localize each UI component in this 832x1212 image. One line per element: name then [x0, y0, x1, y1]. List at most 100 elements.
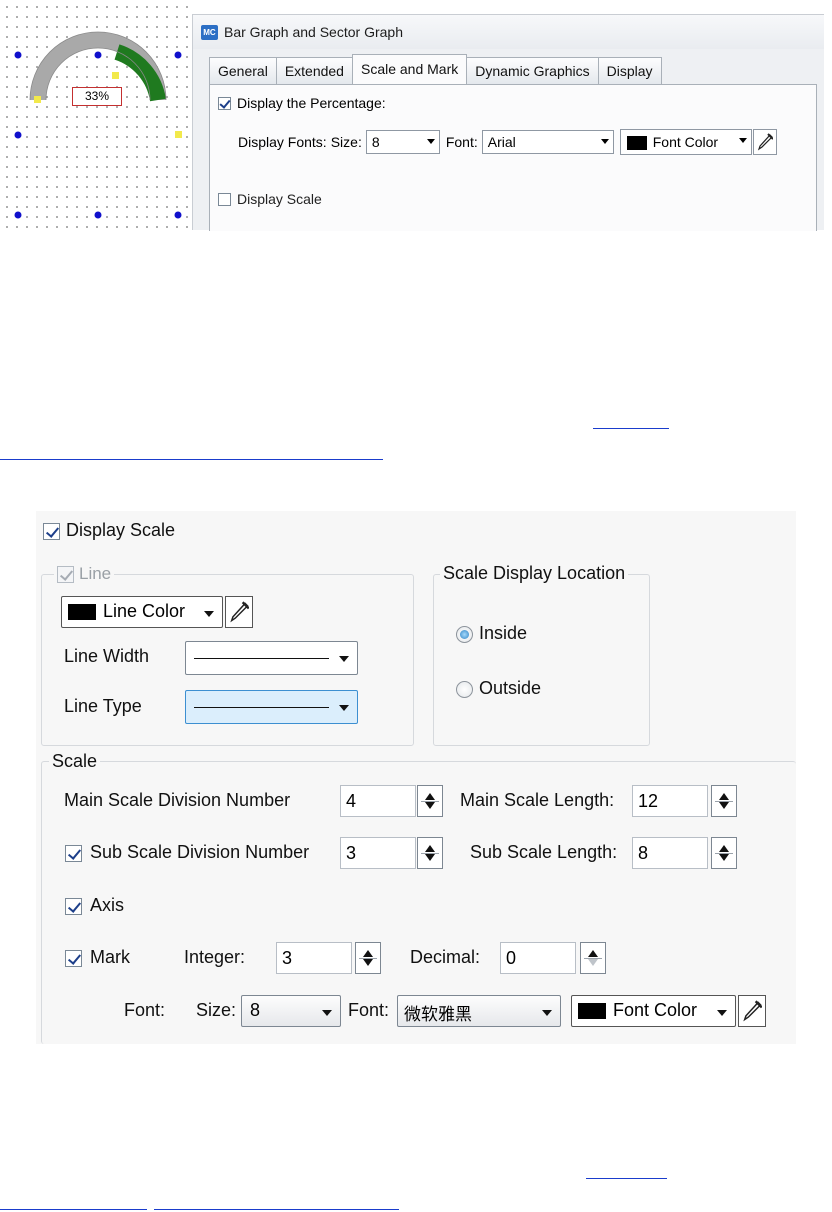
dialog-titlebar[interactable]: MC Bar Graph and Sector Graph [193, 15, 824, 49]
font-size-select[interactable]: 8 [365, 130, 440, 154]
selection-handle[interactable] [14, 211, 22, 219]
arrow-up-icon[interactable] [363, 950, 373, 957]
line-color-select[interactable]: Line Color [61, 596, 223, 628]
yellow-handle[interactable] [175, 131, 182, 138]
line-color-label: Line Color [103, 601, 186, 621]
color-picker-button[interactable] [752, 129, 777, 155]
sub-division-input[interactable]: 3 [340, 837, 416, 869]
arrow-up-icon[interactable] [588, 950, 598, 957]
main-length-input[interactable]: 12 [632, 785, 708, 817]
font-color-select[interactable]: Font Color [571, 995, 736, 1027]
tab-display[interactable]: Display [597, 57, 662, 84]
yellow-handle[interactable] [112, 72, 119, 79]
integer-input[interactable]: 3 [276, 942, 352, 974]
scale-location-group [433, 574, 650, 746]
chevron-down-icon [426, 139, 435, 144]
mark-label: Mark [90, 947, 130, 967]
color-swatch [626, 136, 647, 151]
axis-checkbox[interactable] [65, 898, 82, 915]
main-division-input[interactable]: 4 [340, 785, 416, 817]
display-scale-checkbox[interactable] [43, 523, 60, 540]
selection-handle[interactable] [174, 51, 182, 59]
sub-length-label: Sub Scale Length: [470, 842, 618, 862]
arrow-down-icon[interactable] [363, 959, 373, 966]
font-family-select[interactable]: 微软雅黑 [397, 995, 561, 1027]
chevron-down-icon [339, 705, 349, 711]
main-division-label: Main Scale Division Number [64, 790, 291, 810]
scale-settings-panel: Display Scale Line Line Color Line Width… [36, 511, 796, 1044]
sub-length-input[interactable]: 8 [632, 837, 708, 869]
sub-division-checkbox[interactable] [65, 845, 82, 862]
selection-handle[interactable] [174, 211, 182, 219]
line-group-legend: Line [54, 563, 115, 585]
decimal-input[interactable]: 0 [500, 942, 576, 974]
outside-radio[interactable] [456, 681, 473, 698]
inside-label: Inside [479, 623, 528, 643]
outside-label: Outside [479, 678, 542, 698]
hyperlink-underline[interactable] [154, 1209, 399, 1210]
arrow-down-icon[interactable] [425, 802, 435, 809]
sub-length-stepper[interactable] [711, 837, 737, 869]
display-percentage-checkbox[interactable] [218, 96, 231, 110]
arrow-up-icon[interactable] [719, 845, 729, 852]
font-family-value: 微软雅黑 [404, 1005, 472, 1024]
inside-radio[interactable] [456, 626, 473, 643]
sub-length-value: 8 [638, 843, 649, 863]
axis-label: Axis [90, 895, 125, 915]
arrow-up-icon[interactable] [719, 793, 729, 800]
tab-dynamic-graphics[interactable]: Dynamic Graphics [466, 57, 599, 84]
main-division-stepper[interactable] [417, 785, 443, 817]
tab-scale-and-mark[interactable]: Scale and Mark [351, 54, 468, 84]
font-family-select[interactable]: Arial [481, 130, 614, 154]
font-size-select[interactable]: 8 [241, 995, 341, 1027]
line-type-select[interactable] [185, 690, 358, 724]
gauge-percentage-label: 33% [72, 87, 122, 106]
font-label: Font: [445, 134, 478, 150]
arrow-down-icon[interactable] [719, 854, 729, 861]
top-screenshot: 33% MC Bar Graph and Sector Graph Genera… [0, 0, 832, 231]
selection-handle[interactable] [14, 51, 22, 59]
chevron-down-icon [339, 656, 349, 662]
sub-division-stepper[interactable] [417, 837, 443, 869]
decimal-stepper[interactable] [580, 942, 606, 974]
main-length-value: 12 [638, 791, 659, 811]
tab-panel: Display the Percentage: Display Fonts: S… [209, 84, 817, 231]
selection-handle[interactable] [14, 131, 22, 139]
hyperlink-underline[interactable] [0, 1209, 147, 1210]
sub-division-value: 3 [346, 843, 357, 863]
integer-value: 3 [282, 948, 293, 968]
line-checkbox[interactable] [57, 565, 74, 583]
selection-handle[interactable] [94, 211, 102, 219]
tab-extended[interactable]: Extended [275, 57, 353, 84]
color-picker-button[interactable] [225, 596, 253, 628]
arrow-down-icon [588, 959, 598, 966]
line-width-select[interactable] [185, 641, 358, 675]
arrow-down-icon[interactable] [719, 802, 729, 809]
yellow-handle[interactable] [34, 96, 41, 103]
tab-general[interactable]: General [209, 57, 277, 84]
hyperlink-underline[interactable] [593, 428, 669, 429]
font-row-label: Font: [124, 1000, 166, 1020]
main-length-stepper[interactable] [711, 785, 737, 817]
chevron-down-icon [542, 1010, 552, 1016]
mark-checkbox[interactable] [65, 950, 82, 967]
arrow-down-icon[interactable] [425, 854, 435, 861]
display-fonts-row: Display Fonts: Size: 8 Font: Arial Font … [238, 129, 777, 155]
selection-handle[interactable] [94, 51, 102, 59]
color-picker-button[interactable] [738, 995, 766, 1027]
display-percentage-row: Display the Percentage: [218, 95, 386, 111]
font-size-value: 8 [250, 1000, 261, 1020]
arrow-up-icon[interactable] [425, 793, 435, 800]
hyperlink-underline[interactable] [0, 459, 383, 460]
arrow-up-icon[interactable] [425, 845, 435, 852]
scale-location-title: Scale Display Location [440, 563, 629, 584]
sector-graph-gauge[interactable] [0, 0, 192, 230]
display-scale-checkbox[interactable] [218, 192, 231, 206]
app-icon: MC [201, 24, 218, 40]
decimal-value: 0 [506, 948, 517, 968]
integer-stepper[interactable] [355, 942, 381, 974]
font-color-select[interactable]: Font Color [619, 129, 752, 155]
hyperlink-underline[interactable] [586, 1178, 667, 1179]
decimal-label: Decimal: [410, 947, 481, 967]
main-division-value: 4 [346, 791, 357, 811]
